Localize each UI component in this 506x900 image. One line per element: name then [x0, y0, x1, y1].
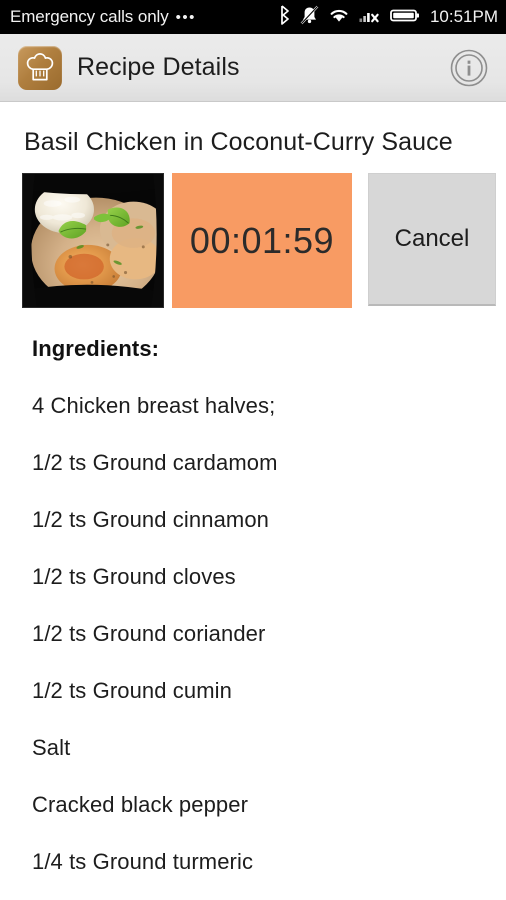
timer-row: 00:01:59 Cancel: [0, 157, 506, 308]
action-bar: Recipe Details: [0, 34, 506, 102]
list-item: 1/2 ts Ground cardamom: [32, 450, 278, 475]
recipe-detail-content: Basil Chicken in Coconut-Curry Sauce 00:…: [0, 102, 506, 900]
countdown-timer[interactable]: 00:01:59: [172, 173, 352, 308]
info-circle-icon[interactable]: [448, 47, 490, 89]
bluetooth-icon: [278, 4, 291, 30]
battery-icon: [390, 5, 420, 30]
recipe-photo-chicken-rice-basil[interactable]: [22, 173, 164, 308]
list-item: 4 Chicken breast halves;: [32, 393, 276, 418]
recipe-title: Basil Chicken in Coconut-Curry Sauce: [24, 128, 453, 156]
page-title: Recipe Details: [77, 53, 240, 81]
list-item: 1/4 ts Ground turmeric: [32, 849, 254, 874]
list-item: Cracked black pepper: [32, 792, 249, 817]
list-item: 1/2 ts Ground coriander: [32, 621, 266, 646]
status-bar: Emergency calls only ••• 10:51PM: [0, 0, 506, 34]
status-overflow-dots: •••: [175, 8, 196, 26]
status-icons-group: 10:51PM: [278, 4, 498, 30]
ingredients-section: Ingredients: 4 Chicken breast halves; 1/…: [0, 308, 506, 900]
list-item: 1/2 ts Ground cloves: [32, 564, 236, 589]
chef-hat-icon[interactable]: [18, 45, 62, 90]
ingredients-heading: Ingredients:: [32, 336, 160, 361]
cellular-signal-off-icon: [359, 5, 381, 30]
list-item: Salt: [32, 735, 71, 760]
cancel-button-label: Cancel: [394, 225, 470, 252]
timer-value: 00:01:59: [189, 219, 335, 261]
mute-bell-icon: [300, 5, 319, 30]
cancel-button[interactable]: Cancel: [368, 173, 496, 306]
wifi-icon: [328, 5, 350, 30]
carrier-label: Emergency calls only: [10, 7, 169, 26]
list-item: 1/2 ts Ground cumin: [32, 678, 232, 703]
list-item: 1/2 ts Ground cinnamon: [32, 507, 270, 532]
clock-label: 10:51PM: [429, 7, 498, 26]
